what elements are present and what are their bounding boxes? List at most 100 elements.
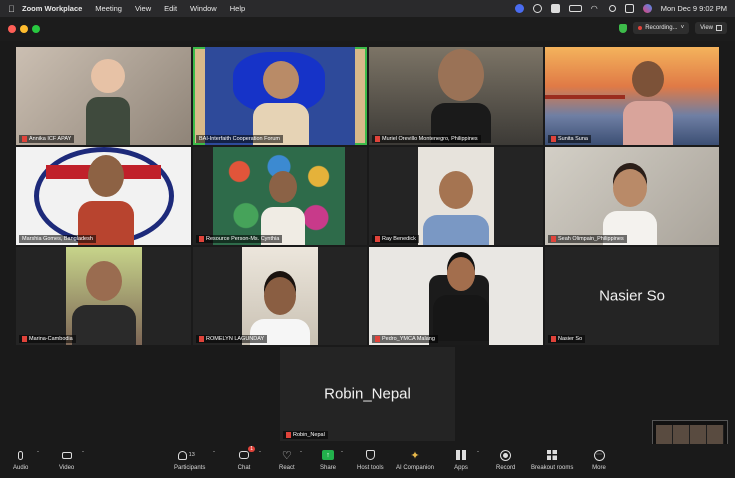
participant-name-tag: Pedro_YMCA Malang bbox=[372, 335, 438, 343]
video-options-chevron-icon[interactable]: ˆ bbox=[82, 452, 84, 458]
recording-indicator[interactable]: Recording... ˅ bbox=[633, 22, 690, 34]
menu-help[interactable]: Help bbox=[230, 4, 245, 13]
view-label: View bbox=[700, 25, 713, 31]
video-tile-active-speaker[interactable]: BAI-Interfaith Cooperation Forum bbox=[193, 47, 367, 145]
sparkle-icon: ✦ bbox=[410, 449, 420, 462]
mic-muted-icon bbox=[22, 136, 27, 142]
participant-name-tag: Annika ICF APAY bbox=[19, 135, 75, 143]
search-icon[interactable] bbox=[608, 5, 616, 12]
recording-label: Recording... bbox=[645, 25, 678, 31]
more-icon: ⋯ bbox=[592, 448, 606, 462]
audio-label: Audio bbox=[13, 465, 29, 471]
share-options-chevron-icon[interactable]: ˆ bbox=[341, 452, 343, 458]
video-tile-camera-off[interactable]: Robin_Nepal Robin_Nepal bbox=[280, 347, 455, 441]
participant-name: Annika ICF APAY bbox=[29, 136, 72, 142]
security-shield-icon[interactable] bbox=[619, 23, 628, 33]
breakout-rooms-icon bbox=[545, 448, 559, 462]
react-label: React bbox=[279, 465, 295, 471]
siri-icon[interactable] bbox=[642, 4, 652, 13]
minimize-window-icon[interactable] bbox=[20, 25, 28, 33]
participants-options-chevron-icon[interactable]: ˆ bbox=[213, 452, 215, 458]
participant-video bbox=[66, 247, 142, 345]
apps-label: Apps bbox=[454, 465, 468, 471]
battery-icon[interactable] bbox=[568, 5, 582, 12]
clock[interactable]: Mon Dec 9 9:02 PM bbox=[661, 4, 727, 13]
video-tile[interactable]: Marina-Cambodia bbox=[16, 247, 191, 345]
menu-edit[interactable]: Edit bbox=[164, 4, 177, 13]
menu-window[interactable]: Window bbox=[190, 4, 217, 13]
audio-options-chevron-icon[interactable]: ˆ bbox=[37, 452, 39, 458]
video-tile[interactable]: Annika ICF APAY bbox=[16, 47, 191, 145]
maximize-window-icon[interactable] bbox=[32, 25, 40, 33]
participant-display-name: Robin_Nepal bbox=[324, 385, 411, 403]
share-button[interactable]: ↑ Share bbox=[320, 448, 336, 471]
more-button[interactable]: ⋯ More bbox=[592, 448, 606, 471]
participant-video bbox=[431, 49, 491, 145]
video-tile[interactable]: Sunita Suna bbox=[545, 47, 719, 145]
menu-bar:  Zoom Workplace Meeting View Edit Windo… bbox=[0, 0, 735, 17]
participant-display-name: Nasier So bbox=[599, 287, 665, 305]
participant-video bbox=[418, 147, 494, 245]
host-tools-button[interactable]: Host tools bbox=[357, 448, 384, 471]
participant-video bbox=[623, 61, 673, 145]
record-button[interactable]: Record bbox=[496, 448, 515, 471]
video-tile[interactable]: Muriel Orevillo Montenegro, Philippines bbox=[369, 47, 543, 145]
participant-video bbox=[261, 171, 305, 245]
video-tile[interactable]: Resource Person-Ms. Cynthia bbox=[193, 147, 367, 245]
ai-companion-button[interactable]: ✦ AI Companion bbox=[396, 448, 434, 472]
participants-label: Participants bbox=[174, 465, 206, 471]
video-tile[interactable]: Ray Benedick bbox=[369, 147, 543, 245]
participant-name: Marshia Gomes, Bangladesh bbox=[22, 236, 93, 242]
microphone-icon bbox=[14, 448, 28, 462]
participant-name: Muriel Orevillo Montenegro, Philippines bbox=[382, 136, 478, 142]
participants-count: 13 bbox=[188, 452, 195, 458]
participants-icon: 13 bbox=[177, 448, 202, 462]
participant-name-tag: Sunita Suna bbox=[548, 135, 591, 143]
video-tile[interactable]: Pedro_YMCA Malang bbox=[369, 247, 543, 345]
apple-icon[interactable]:  bbox=[8, 4, 22, 14]
host-tools-label: Host tools bbox=[357, 465, 384, 471]
mic-muted-icon bbox=[551, 136, 556, 142]
participants-button[interactable]: 13 Participants bbox=[174, 448, 205, 471]
menu-app-name[interactable]: Zoom Workplace bbox=[22, 4, 82, 13]
participant-name: Sunita Suna bbox=[558, 136, 588, 142]
control-center-icon[interactable] bbox=[624, 4, 634, 13]
participant-video bbox=[86, 59, 130, 145]
meeting-toolbar: Audio ˆ Video ˆ 13 Participants ˆ 1 Chat… bbox=[0, 444, 735, 478]
apps-button[interactable]: Apps bbox=[454, 448, 468, 471]
apps-options-chevron-icon[interactable]: ˆ bbox=[477, 452, 479, 458]
mic-muted-icon bbox=[375, 236, 380, 242]
record-icon bbox=[499, 448, 513, 462]
chat-label: Chat bbox=[237, 465, 251, 471]
mic-muted-icon bbox=[375, 336, 380, 342]
participant-name: ROMELYN LAGUNDAY bbox=[206, 336, 265, 342]
video-tile[interactable]: Marshia Gomes, Bangladesh bbox=[16, 147, 191, 245]
video-tile[interactable]: Seah Olimpain_Philippines bbox=[545, 147, 719, 245]
react-button[interactable]: ♡ React bbox=[279, 448, 295, 472]
chat-icon: 1 bbox=[237, 446, 255, 462]
menu-meeting[interactable]: Meeting bbox=[95, 4, 122, 13]
mic-muted-icon bbox=[551, 336, 556, 342]
chat-button[interactable]: 1 Chat bbox=[237, 446, 255, 471]
participant-name: Seah Olimpain_Philippines bbox=[558, 236, 624, 242]
breakout-rooms-label: Breakout rooms bbox=[531, 465, 574, 471]
more-label: More bbox=[592, 465, 606, 471]
zoom-status-icon[interactable] bbox=[550, 4, 560, 13]
participant-video bbox=[433, 257, 489, 345]
menu-view[interactable]: View bbox=[135, 4, 151, 13]
breakout-rooms-button[interactable]: Breakout rooms bbox=[531, 448, 573, 471]
bridge-background bbox=[545, 95, 625, 99]
video-button[interactable]: Video bbox=[59, 448, 74, 471]
video-tile[interactable]: ROMELYN LAGUNDAY bbox=[193, 247, 367, 345]
chat-options-chevron-icon[interactable]: ˆ bbox=[259, 452, 261, 458]
participant-name-tag: Robin_Nepal bbox=[283, 431, 328, 439]
wifi-icon[interactable]: ◠ bbox=[591, 4, 600, 13]
sync-icon[interactable] bbox=[532, 4, 542, 13]
close-window-icon[interactable] bbox=[8, 25, 16, 33]
react-options-chevron-icon[interactable]: ˆ bbox=[300, 452, 302, 458]
video-tile-camera-off[interactable]: Nasier So Nasier So bbox=[545, 247, 719, 345]
audio-button[interactable]: Audio bbox=[13, 448, 28, 471]
participant-name: Nasier So bbox=[558, 336, 583, 342]
status-app-icon[interactable] bbox=[514, 4, 524, 13]
view-button[interactable]: View bbox=[695, 22, 727, 34]
